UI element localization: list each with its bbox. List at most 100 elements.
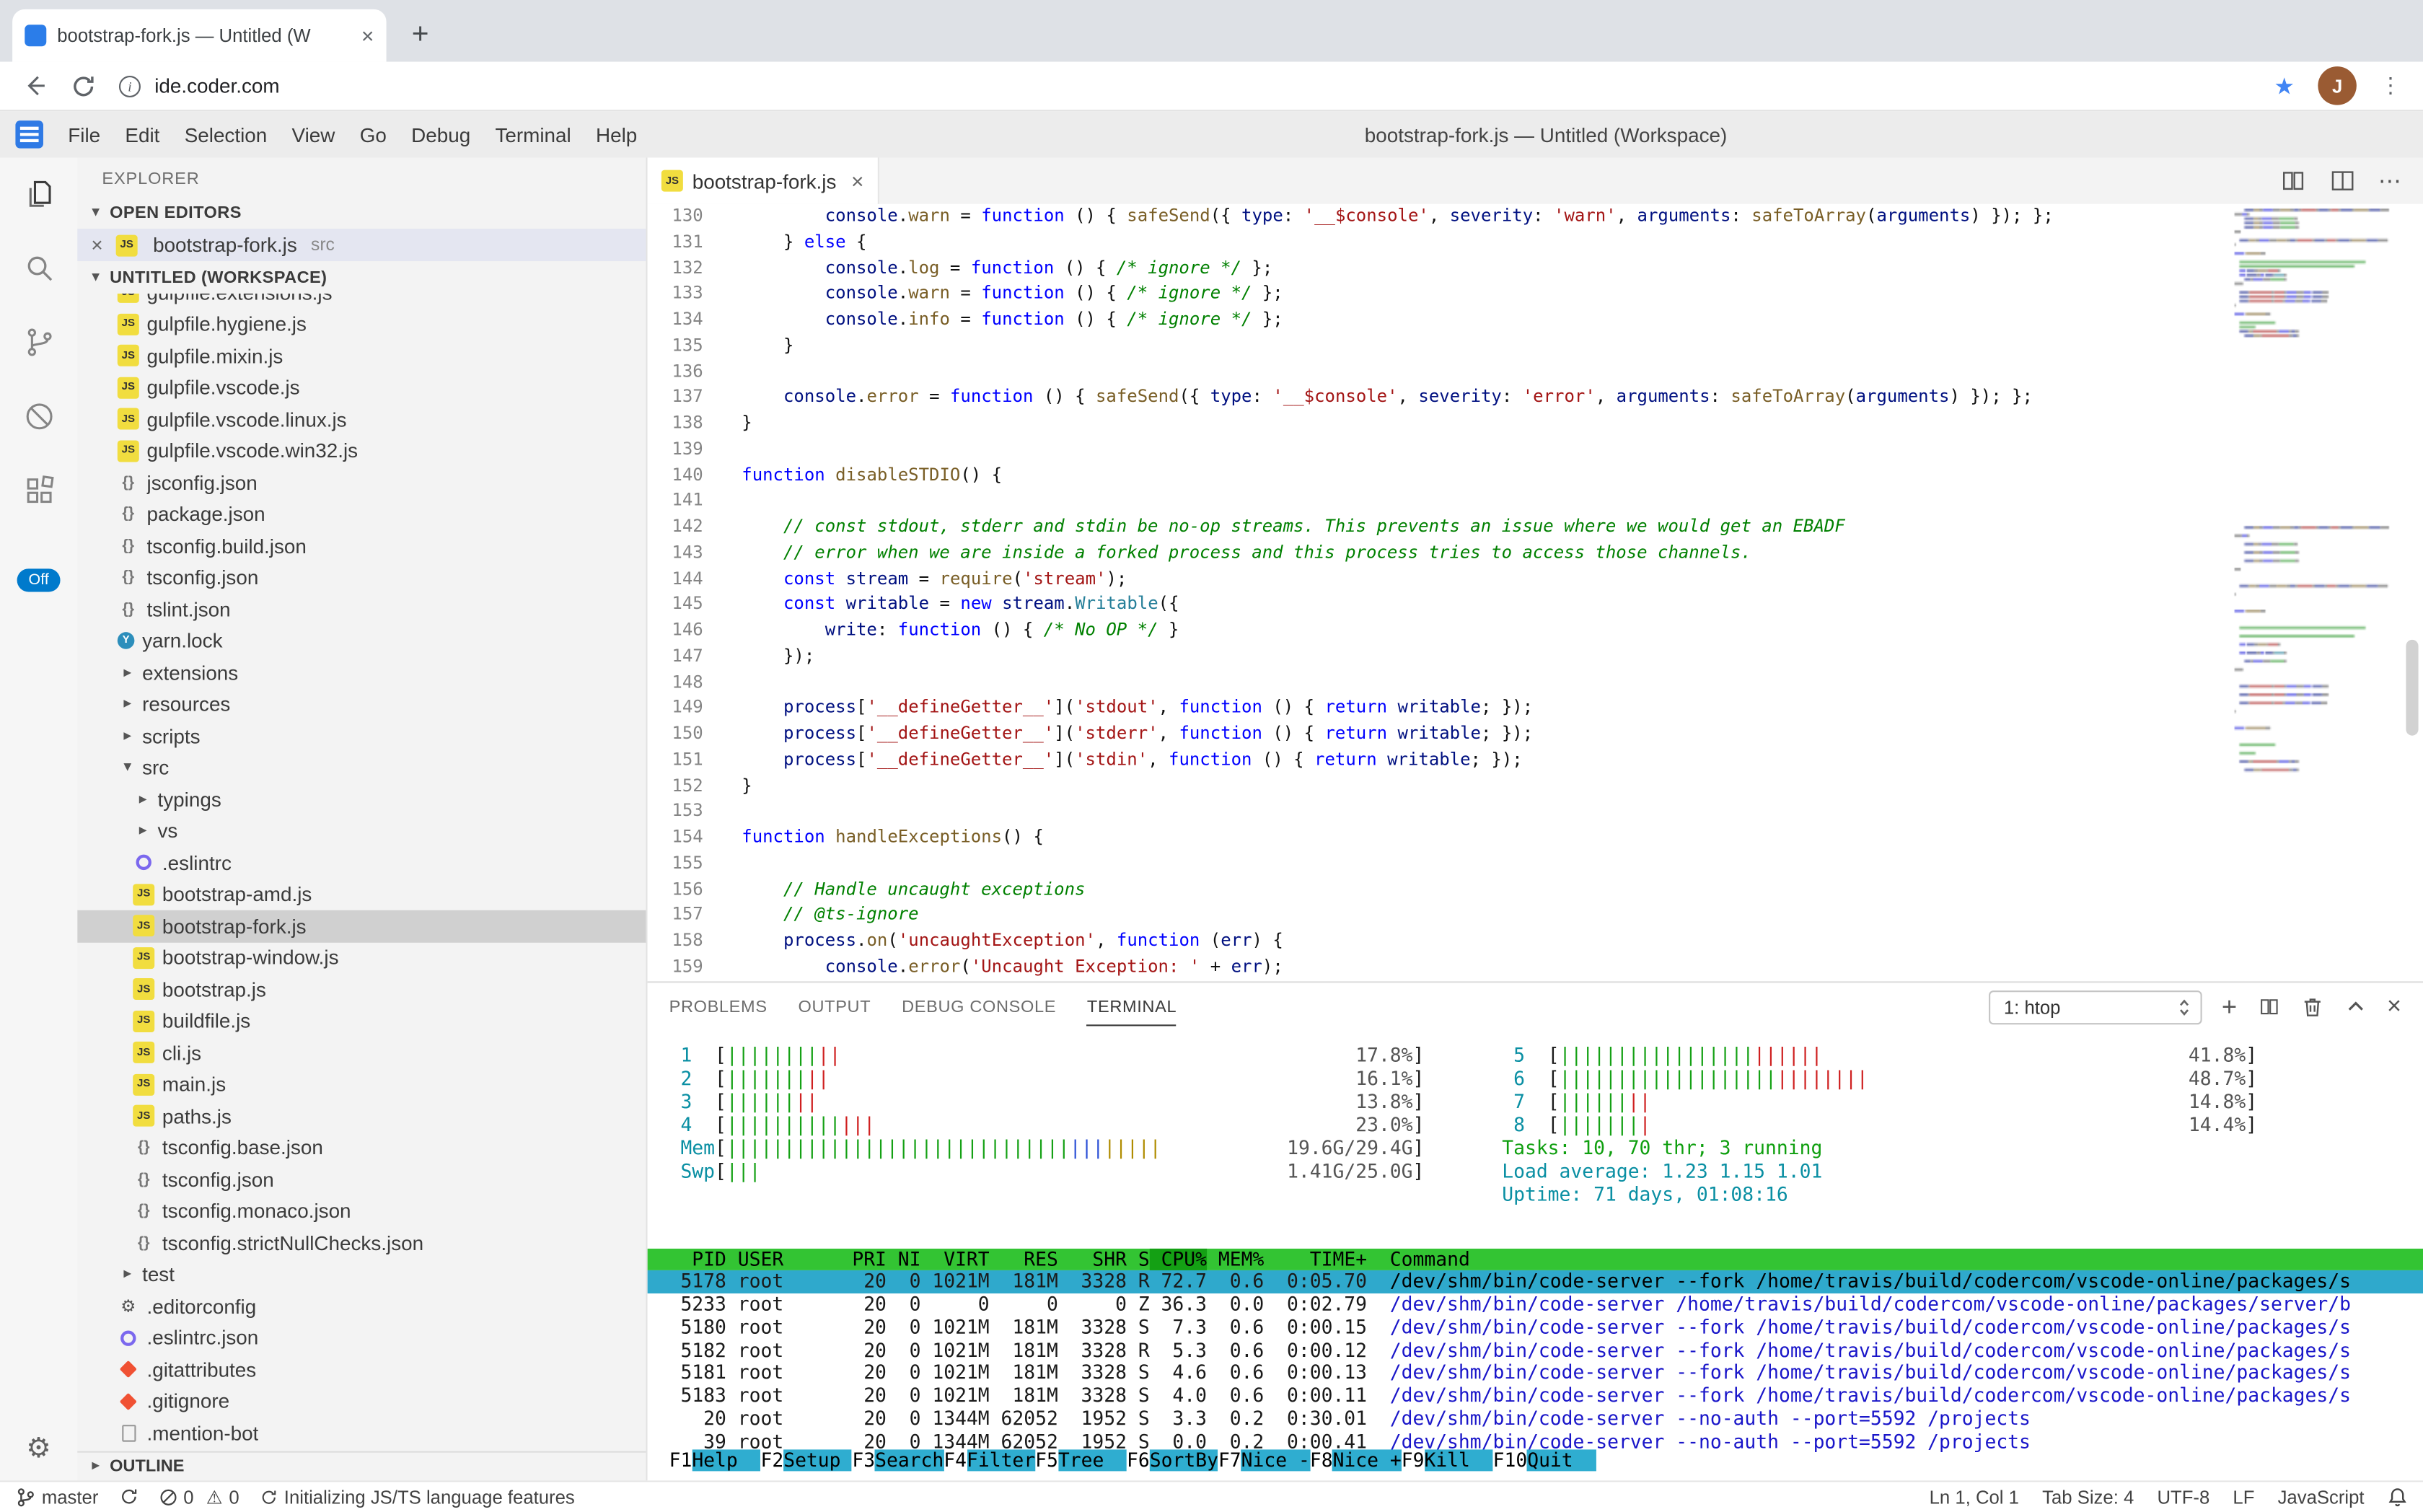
browser-menu-icon[interactable]: ⋮	[2380, 73, 2401, 99]
maximize-panel-icon[interactable]	[2344, 995, 2367, 1019]
tree-item[interactable]: {}tsconfig.base.json	[77, 1132, 646, 1164]
telemetry-off-badge[interactable]: Off	[17, 568, 59, 592]
panel-tab-output[interactable]: OUTPUT	[799, 988, 871, 1027]
search-icon[interactable]	[19, 247, 59, 288]
open-editors-header[interactable]: ▾ OPEN EDITORS	[77, 196, 646, 229]
tree-item[interactable]: ▸test	[77, 1259, 646, 1291]
tree-item[interactable]: JSgulpfile.mixin.js	[77, 340, 646, 372]
split-editor-icon[interactable]	[2279, 167, 2308, 195]
editor-tab[interactable]: JS bootstrap-fork.js ×	[648, 158, 879, 204]
code-editor[interactable]: 1301311321331341351361371381391401411421…	[648, 204, 2423, 980]
tree-item[interactable]: .eslintrc	[77, 847, 646, 879]
eol[interactable]: LF	[2233, 1486, 2254, 1508]
git-branch-item[interactable]: master	[15, 1486, 98, 1508]
tree-item[interactable]: ▸typings	[77, 783, 646, 815]
source-control-icon[interactable]	[19, 322, 59, 362]
address-bar[interactable]: i ide.coder.com	[119, 74, 2251, 97]
tree-item[interactable]: ▸vs	[77, 815, 646, 847]
tree-item[interactable]: .eslintrc.json	[77, 1322, 646, 1354]
menu-edit[interactable]: Edit	[113, 118, 172, 151]
tree-item[interactable]: JSbootstrap.js	[77, 974, 646, 1006]
outline-header[interactable]: ▸ OUTLINE	[77, 1450, 646, 1480]
extensions-icon[interactable]	[19, 470, 59, 510]
notifications-bell-icon[interactable]	[2388, 1486, 2408, 1508]
terminal-select[interactable]: 1: htop	[1988, 990, 2202, 1024]
code-line: function handleExceptions() {	[742, 825, 2054, 851]
tree-item[interactable]: {}tsconfig.monaco.json	[77, 1195, 646, 1227]
close-icon[interactable]: ×	[91, 233, 108, 256]
site-info-icon[interactable]: i	[119, 75, 141, 97]
bookmark-star-icon[interactable]: ★	[2274, 72, 2295, 100]
cursor-position[interactable]: Ln 1, Col 1	[1930, 1486, 2019, 1508]
back-icon[interactable]	[22, 73, 48, 99]
tree-item[interactable]: {}package.json	[77, 498, 646, 530]
open-editor-item[interactable]: × JS bootstrap-fork.js src	[77, 229, 646, 261]
menu-view[interactable]: View	[279, 118, 347, 151]
tree-item[interactable]: JSgulpfile.vscode.js	[77, 372, 646, 403]
menu-terminal[interactable]: Terminal	[483, 118, 584, 151]
tree-item[interactable]: .mention-bot	[77, 1417, 646, 1449]
menu-go[interactable]: Go	[348, 118, 399, 151]
minimap[interactable]	[2228, 204, 2401, 980]
tree-item[interactable]: JSbuildfile.js	[77, 1006, 646, 1037]
language-status-item[interactable]: Initializing JS/TS language features	[260, 1486, 575, 1508]
tree-item[interactable]: {}tsconfig.build.json	[77, 530, 646, 562]
tree-item[interactable]: {}jsconfig.json	[77, 467, 646, 498]
tree-item[interactable]: ▾src	[77, 752, 646, 783]
tree-item[interactable]: JSgulpfile.hygiene.js	[77, 308, 646, 340]
layout-icon[interactable]	[2329, 167, 2357, 195]
menu-help[interactable]: Help	[584, 118, 650, 151]
js-icon: JS	[133, 1010, 154, 1032]
menu-file[interactable]: File	[56, 118, 113, 151]
tree-item[interactable]: JSgulpfile.extensions.js	[77, 294, 646, 308]
tree-item[interactable]: ⚙.editorconfig	[77, 1291, 646, 1322]
tree-item[interactable]: {}tslint.json	[77, 594, 646, 625]
reload-icon[interactable]	[71, 74, 96, 98]
tree-item[interactable]: {}tsconfig.json	[77, 1164, 646, 1195]
menu-selection[interactable]: Selection	[172, 118, 280, 151]
settings-gear-icon[interactable]: ⚙	[26, 1432, 51, 1464]
split-terminal-icon[interactable]	[2257, 995, 2280, 1019]
workspace-header[interactable]: ▾ UNTITLED (WORKSPACE)	[77, 261, 646, 294]
new-tab-button[interactable]: +	[399, 14, 442, 57]
tree-item[interactable]: {}tsconfig.strictNullChecks.json	[77, 1227, 646, 1259]
panel-tab-terminal[interactable]: TERMINAL	[1087, 988, 1177, 1027]
scrollbar-thumb[interactable]	[2406, 640, 2418, 736]
tree-item[interactable]: ▸scripts	[77, 720, 646, 752]
panel-tab-debug-console[interactable]: DEBUG CONSOLE	[902, 988, 1056, 1027]
tab-close-icon[interactable]: ×	[851, 169, 864, 193]
tree-item[interactable]: ▸resources	[77, 688, 646, 720]
explorer-icon[interactable]	[19, 173, 59, 214]
tab-close-icon[interactable]: ×	[361, 25, 374, 46]
tree-item[interactable]: .gitattributes	[77, 1354, 646, 1386]
tree-item[interactable]: JSgulpfile.vscode.linux.js	[77, 403, 646, 435]
browser-tab[interactable]: bootstrap-fork.js — Untitled (W ×	[12, 9, 386, 62]
tree-item[interactable]: Yyarn.lock	[77, 625, 646, 657]
avatar[interactable]: J	[2318, 66, 2357, 105]
indentation[interactable]: Tab Size: 4	[2042, 1486, 2134, 1508]
tree-item[interactable]: JSpaths.js	[77, 1100, 646, 1132]
tree-item[interactable]: ▸extensions	[77, 656, 646, 688]
tree-item-label: tsconfig.json	[147, 566, 259, 589]
tree-item[interactable]: .gitignore	[77, 1386, 646, 1418]
tree-item[interactable]: JSgulpfile.vscode.win32.js	[77, 435, 646, 467]
language-mode[interactable]: JavaScript	[2278, 1486, 2365, 1508]
sync-item[interactable]	[118, 1487, 138, 1507]
menu-debug[interactable]: Debug	[399, 118, 483, 151]
close-panel-icon[interactable]: ×	[2387, 995, 2401, 1019]
json-icon: {}	[118, 472, 139, 493]
problems-item[interactable]: 0 ⚠ 0	[159, 1486, 239, 1508]
encoding[interactable]: UTF-8	[2157, 1486, 2209, 1508]
tree-item[interactable]: JScli.js	[77, 1037, 646, 1068]
tree-item[interactable]: JSbootstrap-fork.js	[77, 910, 646, 942]
tree-item[interactable]: JSmain.js	[77, 1068, 646, 1100]
panel-tab-problems[interactable]: PROBLEMS	[669, 988, 768, 1027]
debug-disabled-icon[interactable]	[19, 395, 59, 436]
new-terminal-icon[interactable]: +	[2222, 993, 2237, 1019]
kill-terminal-icon[interactable]	[2300, 995, 2323, 1019]
tree-item[interactable]: JSbootstrap-window.js	[77, 942, 646, 974]
terminal[interactable]: 1 [|||||||||| 17.8%] 2 [||||||||| 16.1%]…	[648, 1032, 2423, 1480]
tree-item[interactable]: {}tsconfig.json	[77, 562, 646, 594]
more-actions-icon[interactable]: ⋯	[2378, 167, 2401, 195]
tree-item[interactable]: JSbootstrap-amd.js	[77, 879, 646, 910]
